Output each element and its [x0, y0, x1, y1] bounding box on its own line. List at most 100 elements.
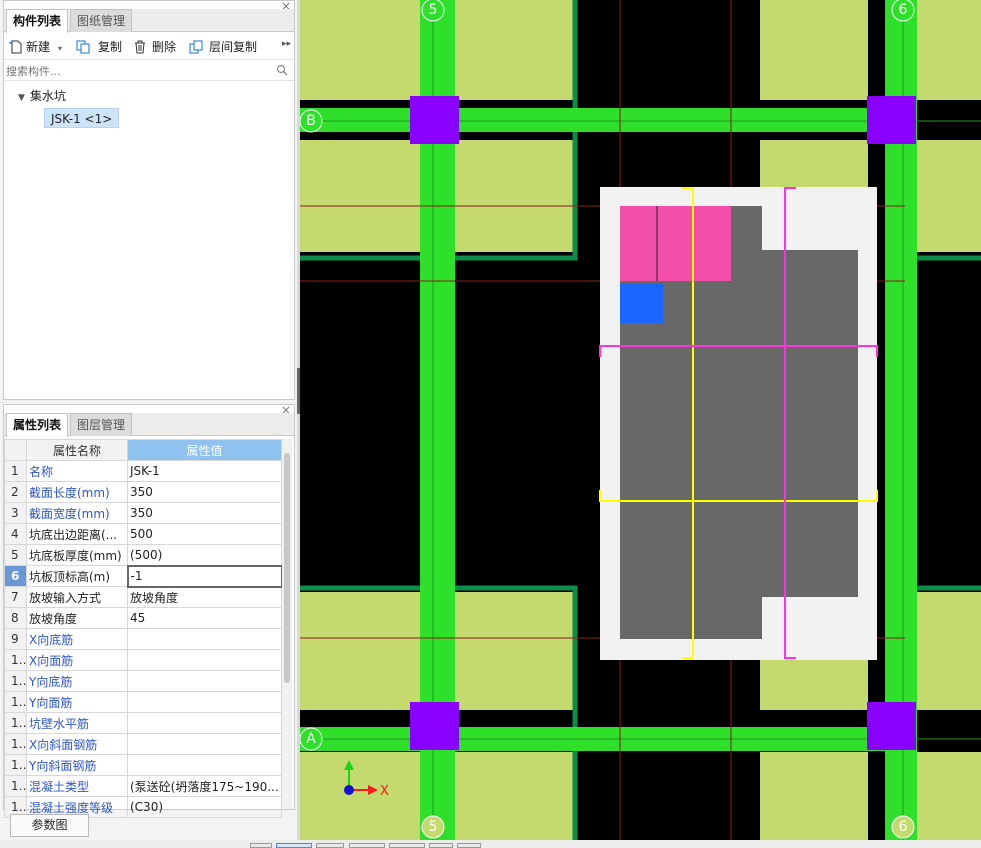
property-name: 坑壁水平筋: [26, 712, 128, 734]
column[interactable]: [410, 96, 459, 144]
property-name: 混凝土类型: [26, 775, 128, 797]
property-name: 名称: [26, 460, 128, 482]
slab-panel[interactable]: [455, 752, 575, 840]
row-index: 5: [4, 544, 27, 566]
row-index: 6: [4, 565, 27, 587]
property-row[interactable]: 1 名称 JSK-1: [4, 460, 282, 482]
slab-panel[interactable]: [300, 140, 420, 252]
slab-panel[interactable]: [917, 0, 981, 100]
slab-panel[interactable]: [760, 0, 868, 100]
column[interactable]: [867, 96, 916, 144]
property-value[interactable]: 350: [127, 502, 282, 524]
new-button[interactable]: 新建 ▾: [9, 38, 62, 56]
property-value[interactable]: (500): [127, 544, 282, 566]
search-icon[interactable]: [276, 64, 288, 76]
status-bar-button[interactable]: [349, 843, 385, 848]
tab-property-list[interactable]: 属性列表: [6, 413, 69, 437]
column[interactable]: [867, 702, 916, 750]
bottom-status-bar: [0, 840, 981, 848]
property-row[interactable]: 9 X向底筋: [4, 628, 282, 650]
property-value[interactable]: 放坡角度: [127, 586, 282, 608]
drawing-canvas[interactable]: 5 6 5 6 B A X: [300, 0, 981, 840]
property-value[interactable]: (泵送砼(坍落度175~190...: [127, 775, 282, 797]
axis-label-top-right: 6: [899, 2, 908, 18]
property-value[interactable]: (C30): [127, 796, 282, 818]
component-tabs: 构件列表 图纸管理: [4, 9, 294, 33]
slab-panel[interactable]: [917, 592, 981, 710]
property-row[interactable]: 8 放坡角度 45: [4, 607, 282, 629]
slab-panel[interactable]: [917, 752, 981, 840]
property-value[interactable]: [127, 670, 282, 692]
property-value[interactable]: 500: [127, 523, 282, 545]
status-bar-button[interactable]: [389, 843, 425, 848]
status-bar-button[interactable]: [276, 843, 312, 848]
property-value[interactable]: 45: [127, 607, 282, 629]
dropdown-arrow-icon[interactable]: ▾: [58, 44, 62, 53]
property-row[interactable]: 4 坑底出边距离(... 500: [4, 523, 282, 545]
row-index: 14: [4, 733, 27, 755]
property-table-header: 属性名称 属性值: [4, 439, 282, 461]
status-bar-button[interactable]: [457, 843, 481, 848]
status-bar-button[interactable]: [250, 843, 272, 848]
tree-expand-icon[interactable]: ▼: [18, 93, 30, 103]
axis-label-row-a: A: [306, 731, 316, 747]
sump-pit-jsk-1[interactable]: [599, 187, 878, 660]
property-row[interactable]: 7 放坡输入方式 放坡角度: [4, 586, 282, 608]
status-bar-button[interactable]: [429, 843, 453, 848]
slab-panel[interactable]: [300, 592, 420, 710]
property-value[interactable]: [127, 733, 282, 755]
slab-panel[interactable]: [455, 592, 575, 710]
property-row[interactable]: 16 混凝土类型 (泵送砼(坍落度175~190...: [4, 775, 282, 797]
row-index: 15: [4, 754, 27, 776]
tab-component-list[interactable]: 构件列表: [6, 9, 69, 33]
status-bar-button[interactable]: [316, 843, 344, 848]
tab-layer-management[interactable]: 图层管理: [70, 413, 133, 436]
delete-button[interactable]: 删除: [133, 38, 176, 56]
property-value[interactable]: JSK-1: [127, 460, 282, 482]
axis-label-top-left: 5: [429, 2, 438, 18]
property-value[interactable]: [127, 691, 282, 713]
property-row[interactable]: 11 Y向底筋: [4, 670, 282, 692]
property-value[interactable]: [127, 754, 282, 776]
pink-block[interactable]: [620, 206, 657, 281]
property-row[interactable]: 14 X向斜面钢筋: [4, 733, 282, 755]
slab-panel[interactable]: [455, 140, 575, 252]
parameter-diagram-button[interactable]: 参数图: [10, 814, 89, 837]
blue-block[interactable]: [620, 283, 663, 323]
slab-panel[interactable]: [455, 0, 575, 100]
slab-panel[interactable]: [760, 752, 868, 840]
property-row[interactable]: 2 截面长度(mm) 350: [4, 481, 282, 503]
property-value[interactable]: 350: [127, 481, 282, 503]
double-chevron-right-icon[interactable]: ▸▸: [282, 39, 291, 49]
row-index: 10: [4, 649, 27, 671]
copy-button[interactable]: 复制: [76, 38, 122, 56]
floor-plan-drawing[interactable]: 5 6 5 6 B A X: [300, 0, 981, 840]
search-input[interactable]: [6, 62, 274, 80]
tree-leaf-jsk-1[interactable]: JSK-1 <1>: [44, 108, 120, 128]
property-scrollbar[interactable]: [282, 439, 292, 809]
property-row[interactable]: 10 X向面筋: [4, 649, 282, 671]
axis-label-bottom-right: 6: [899, 819, 908, 835]
slab-panel[interactable]: [300, 0, 420, 100]
component-toolbar: 新建 ▾ 复制 删除 层间复制 ▸▸: [4, 34, 294, 60]
beam-horizontal-b[interactable]: [300, 108, 917, 132]
slab-panel[interactable]: [917, 140, 981, 252]
property-row[interactable]: 13 坑壁水平筋: [4, 712, 282, 734]
slab-panel[interactable]: [300, 752, 420, 840]
property-value[interactable]: -1: [126, 564, 283, 588]
property-value[interactable]: [127, 649, 282, 671]
floor-copy-button[interactable]: 层间复制: [189, 38, 257, 56]
tree-node-sump-pit[interactable]: ▼ 集水坑: [18, 87, 66, 103]
floor-copy-button-label: 层间复制: [209, 40, 258, 54]
property-value[interactable]: [127, 712, 282, 734]
property-row[interactable]: 3 截面宽度(mm) 350: [4, 502, 282, 524]
tab-drawing-management[interactable]: 图纸管理: [70, 9, 133, 32]
column[interactable]: [410, 702, 459, 750]
property-row[interactable]: 15 Y向斜面钢筋: [4, 754, 282, 776]
scrollbar-thumb[interactable]: [284, 453, 290, 683]
property-row[interactable]: 6 坑板顶标高(m) -1: [4, 564, 283, 588]
property-value[interactable]: [127, 628, 282, 650]
property-row[interactable]: 5 坑底板厚度(mm) (500): [4, 544, 282, 566]
row-index: 4: [4, 523, 27, 545]
property-row[interactable]: 12 Y向面筋: [4, 691, 282, 713]
